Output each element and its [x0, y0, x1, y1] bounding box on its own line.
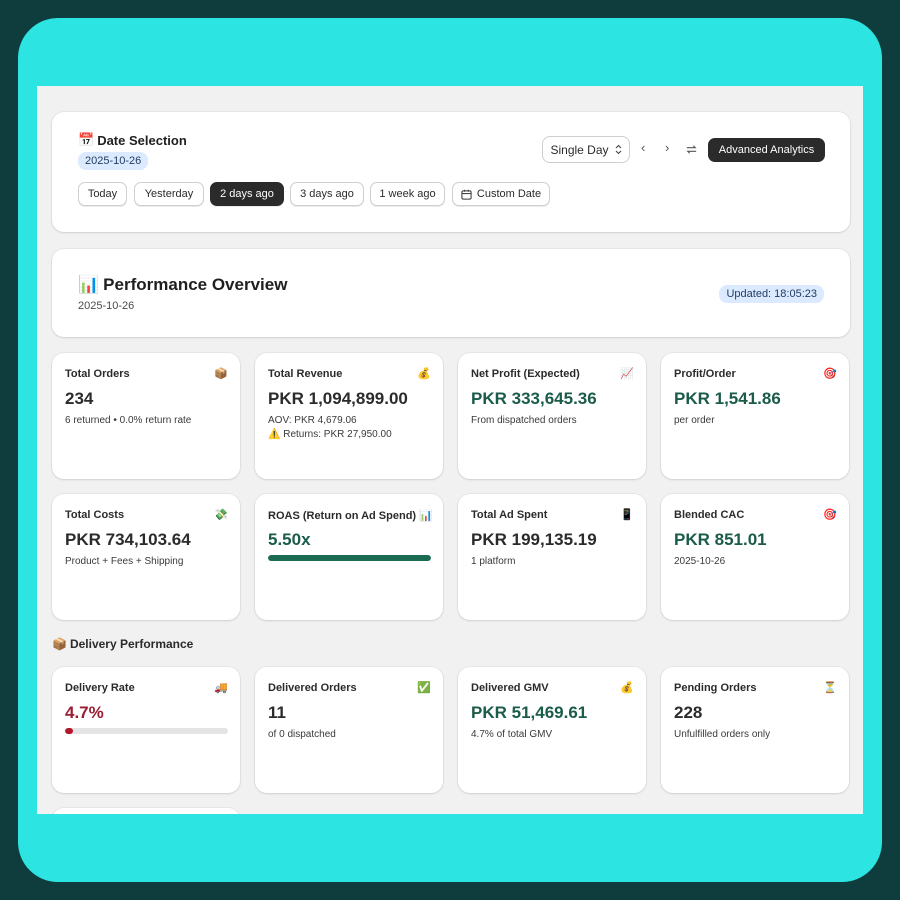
delivery-rate-progress-bar [65, 728, 228, 734]
bar-chart-icon: 📊 [78, 275, 100, 294]
metric-value: PKR 51,469.61 [471, 703, 588, 722]
metric-label: Total Ad Spent [471, 509, 548, 521]
metric-label: Total Orders [65, 368, 130, 380]
total-ad-spent-card: Total Ad Spent 📱 PKR 199,135.19 1 platfo… [458, 494, 646, 620]
metric-subtext: Product + Fees + Shipping [65, 556, 184, 567]
performance-overview-card: 📊 Performance Overview 2025-10-26 Update… [52, 249, 850, 337]
total-orders-card: Total Orders 📦 234 6 returned • 0.0% ret… [52, 353, 240, 479]
metric-label: Delivered Orders [268, 682, 357, 694]
net-profit-card: Net Profit (Expected) 📈 PKR 333,645.36 F… [458, 353, 646, 479]
metric-subtext: 6 returned • 0.0% return rate [65, 415, 192, 426]
delivery-performance-title: 📦 Delivery Performance [52, 637, 194, 651]
money-wings-icon: 💸 [214, 509, 228, 521]
money-bag-icon: 💰 [620, 682, 634, 694]
metric-subtext: AOV: PKR 4,679.06 ⚠️ Returns: PKR 27,950… [268, 414, 392, 442]
calendar-outline-icon [461, 189, 472, 200]
calendar-icon: 📅 [78, 132, 95, 147]
metric-subtext: 1 platform [471, 556, 516, 567]
metric-value: PKR 1,094,899.00 [268, 389, 408, 408]
metric-subtext: Unfulfilled orders only [674, 729, 771, 740]
metric-label: Profit/Order [674, 368, 736, 380]
roas-progress-bar [268, 555, 431, 561]
pending-orders-card: Pending Orders ⏳ 228 Unfulfilled orders … [661, 667, 849, 793]
selected-date-badge: 2025-10-26 [78, 152, 149, 170]
delivered-orders-card: Delivered Orders ✅ 11 of 0 dispatched [255, 667, 443, 793]
returns-text: ⚠️ Returns: PKR 27,950.00 [268, 429, 392, 440]
metric-label: Pending Orders [674, 682, 757, 694]
date-selection-title: 📅 Date Selection [78, 132, 187, 148]
chevron-right-icon[interactable]: › [665, 140, 669, 155]
metric-subtext: of 0 dispatched [268, 729, 336, 740]
target-icon: 🎯 [823, 509, 837, 521]
metric-value: 234 [65, 389, 94, 408]
metric-subtext: per order [674, 415, 715, 426]
metric-label: Delivery Rate [65, 682, 135, 694]
refresh-icon[interactable] [685, 143, 698, 156]
total-costs-card: Total Costs 💸 PKR 734,103.64 Product + F… [52, 494, 240, 620]
one-week-ago-button[interactable]: 1 week ago [370, 182, 445, 206]
overview-date: 2025-10-26 [78, 300, 135, 312]
two-days-ago-button[interactable]: 2 days ago [210, 182, 284, 206]
metric-label: Blended CAC [674, 509, 745, 521]
package-icon: 📦 [52, 637, 67, 651]
next-metric-card [52, 808, 240, 814]
metric-value: PKR 1,541.86 [674, 389, 781, 408]
metric-label: Total Revenue [268, 368, 343, 380]
metric-label: Delivered GMV [471, 682, 549, 694]
date-mode-select[interactable]: Single Day [542, 136, 630, 163]
dashboard-screen: 📅 Date Selection 2025-10-26 Today Yester… [37, 86, 863, 814]
updated-badge: Updated: 18:05:23 [719, 285, 824, 303]
metric-subtext: 4.7% of total GMV [471, 729, 553, 740]
aov-text: AOV: PKR 4,679.06 [268, 415, 357, 426]
money-bag-icon: 💰 [417, 368, 431, 380]
chevron-up-down-icon [615, 144, 621, 155]
mobile-phone-icon: 📱 [620, 509, 634, 521]
today-button[interactable]: Today [78, 182, 127, 206]
metric-subtext: 2025-10-26 [674, 556, 726, 567]
profit-per-order-card: Profit/Order 🎯 PKR 1,541.86 per order [661, 353, 849, 479]
delivery-rate-card: Delivery Rate 🚚 4.7% [52, 667, 240, 793]
metric-label: ROAS (Return on Ad Spend) 📊 [268, 510, 433, 522]
metric-subtext: From dispatched orders [471, 415, 577, 426]
chevron-left-icon[interactable]: ‹ [641, 140, 645, 155]
check-mark-icon: ✅ [417, 682, 431, 694]
chart-increasing-icon: 📈 [620, 368, 634, 380]
metric-value: PKR 851.01 [674, 530, 767, 549]
metric-value: 5.50x [268, 530, 311, 549]
total-revenue-card: Total Revenue 💰 PKR 1,094,899.00 AOV: PK… [255, 353, 443, 479]
target-icon: 🎯 [823, 368, 837, 380]
truck-icon: 🚚 [214, 682, 228, 694]
performance-overview-title: 📊 Performance Overview [78, 275, 288, 294]
custom-date-button[interactable]: Custom Date [452, 182, 550, 206]
metric-value: 228 [674, 703, 703, 722]
roas-progress-fill [268, 555, 431, 561]
delivery-rate-progress-fill [65, 728, 73, 734]
yesterday-button[interactable]: Yesterday [134, 182, 204, 206]
hourglass-icon: ⏳ [823, 682, 837, 694]
three-days-ago-button[interactable]: 3 days ago [290, 182, 364, 206]
metric-label: Total Costs [65, 509, 125, 521]
advanced-analytics-button[interactable]: Advanced Analytics [708, 138, 825, 162]
blended-cac-card: Blended CAC 🎯 PKR 851.01 2025-10-26 [661, 494, 849, 620]
metric-label: Net Profit (Expected) [471, 368, 580, 380]
package-icon: 📦 [214, 368, 228, 380]
metric-value: PKR 333,645.36 [471, 389, 597, 408]
metric-value: PKR 734,103.64 [65, 530, 191, 549]
date-selection-card: 📅 Date Selection 2025-10-26 Today Yester… [52, 112, 850, 232]
metric-value: PKR 199,135.19 [471, 530, 597, 549]
roas-card: ROAS (Return on Ad Spend) 📊 5.50x [255, 494, 443, 620]
delivered-gmv-card: Delivered GMV 💰 PKR 51,469.61 4.7% of to… [458, 667, 646, 793]
metric-value: 11 [268, 703, 286, 722]
metric-value: 4.7% [65, 703, 104, 722]
